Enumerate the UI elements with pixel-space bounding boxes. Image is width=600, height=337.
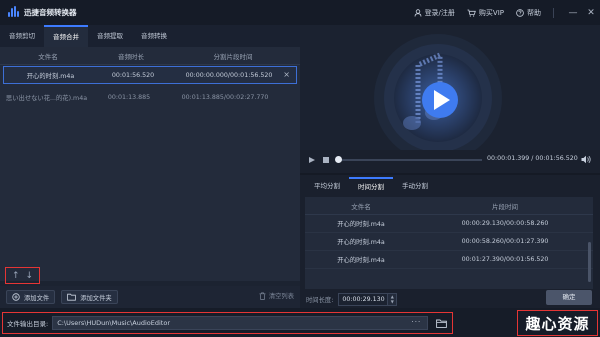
main-tabs: 音频剪切 音频合并 音频提取 音频转换: [0, 25, 300, 47]
add-file-button[interactable]: 添加文件: [6, 290, 56, 304]
segment-time: 00:00:29.130/00:00:58.260: [461, 220, 549, 227]
output-path-field[interactable]: C:\Users\HUDun\Music\AudioEditor ···: [52, 316, 429, 330]
file-segment: 00:00:00.000/00:01:56.520: [185, 71, 273, 79]
close-window-button[interactable]: ✕: [582, 0, 600, 25]
tab-time-split[interactable]: 时间分割: [349, 177, 393, 195]
add-circle-icon: [12, 293, 20, 301]
file-row-selected[interactable]: 开心的时刻.m4a 00:01:56.520 00:00:00.000/00:0…: [3, 66, 297, 84]
titlebar-divider: [553, 7, 554, 18]
play-small-icon[interactable]: [309, 157, 315, 163]
file-duration: 00:01:56.520: [111, 71, 155, 79]
segment-scrollbar[interactable]: [588, 242, 591, 282]
clear-list-button[interactable]: 清空列表: [259, 291, 294, 300]
playback-time: 00:00:01.399 / 00:01:56.520: [487, 155, 578, 162]
header-filename: 文件名: [351, 202, 371, 211]
segment-name: 开心的时刻.m4a: [337, 257, 385, 264]
minimize-button[interactable]: —: [564, 0, 582, 25]
minimize-icon: —: [568, 7, 578, 18]
tab-average-split[interactable]: 平均分割: [305, 177, 349, 195]
browse-more-button[interactable]: ···: [412, 318, 422, 326]
segment-name: 开心的时刻.m4a: [337, 221, 385, 228]
play-button[interactable]: [422, 82, 458, 118]
buy-vip-label: 购买VIP: [478, 8, 504, 17]
reorder-controls: ↑ ↓: [5, 267, 40, 284]
segment-time: 00:01:27.390/00:01:56.520: [461, 256, 549, 263]
app-logo-icon: [8, 6, 19, 18]
watermark-logo: 趣心资源: [517, 310, 598, 336]
volume-icon[interactable]: [581, 155, 591, 164]
file-list-header: 文件名 音频时长 分割片段时间: [0, 47, 300, 65]
title-bar: 迅捷音频转换器 登录/注册 购买VIP 帮助 — ✕: [0, 0, 600, 25]
tab-audio-merge[interactable]: 音频合并: [44, 25, 88, 47]
header-segment-time: 分割片段时间: [213, 52, 253, 61]
output-label: 文件输出目录:: [7, 320, 49, 328]
duration-input[interactable]: 00:00:29.130: [338, 292, 389, 306]
tab-audio-convert[interactable]: 音频转换: [132, 25, 176, 47]
file-name: 思い出せない花...的花).m4a: [5, 94, 88, 102]
file-row[interactable]: 思い出せない花...的花).m4a 00:01:13.885 00:01:13.…: [0, 88, 300, 106]
tab-manual-split[interactable]: 手动分割: [393, 177, 437, 195]
segment-list: 文件名 片段时间 开心的时刻.m4a 00:00:29.130/00:00:58…: [305, 197, 593, 289]
segment-list-header: 文件名 片段时间: [305, 197, 593, 215]
panel-divider: [300, 173, 600, 175]
add-folder-label: 添加文件夹: [80, 294, 112, 302]
tab-audio-cut[interactable]: 音频剪切: [0, 25, 44, 47]
open-folder-icon[interactable]: [436, 319, 448, 328]
header-segment-time: 片段时间: [492, 202, 518, 211]
segment-time: 00:00:58.260/00:01:27.390: [461, 238, 549, 245]
buy-vip-link[interactable]: 购买VIP: [467, 8, 504, 18]
progress-track[interactable]: [337, 159, 482, 161]
clear-list-label: 清空列表: [268, 293, 294, 300]
preview-panel: 00:00:01.399 / 00:01:56.520 平均分割 时间分割 手动…: [300, 25, 600, 308]
cart-icon: [467, 9, 476, 17]
header-duration: 音频时长: [118, 52, 144, 61]
watermark-text: 趣心资源: [525, 314, 590, 333]
segment-row[interactable]: 开心的时刻.m4a 00:01:27.390/00:01:56.520: [305, 251, 593, 269]
player-controls: 00:00:01.399 / 00:01:56.520: [300, 150, 600, 170]
close-icon: ✕: [587, 7, 595, 18]
move-down-arrow-icon[interactable]: ↓: [25, 271, 33, 281]
add-folder-button[interactable]: 添加文件夹: [61, 290, 118, 304]
add-file-label: 添加文件: [24, 294, 50, 302]
file-actions-bar: 添加文件 添加文件夹 清空列表: [0, 286, 300, 308]
segment-row[interactable]: 开心的时刻.m4a 00:00:29.130/00:00:58.260: [305, 215, 593, 233]
chevron-down-icon[interactable]: ▼: [391, 299, 394, 304]
file-segment: 00:01:13.885/00:02:27.770: [181, 93, 269, 101]
output-path: C:\Users\HUDun\Music\AudioEditor: [57, 319, 170, 327]
progress-knob[interactable]: [335, 156, 342, 163]
remove-file-icon[interactable]: ×: [283, 70, 290, 79]
segment-row[interactable]: 开心的时刻.m4a 00:00:58.260/00:01:27.390: [305, 233, 593, 251]
user-icon: [414, 8, 421, 17]
login-label: 登录/注册: [424, 8, 455, 17]
duration-label: 时间长度:: [306, 296, 334, 304]
confirm-button[interactable]: 确定: [546, 290, 592, 305]
header-filename: 文件名: [38, 52, 58, 61]
app-title: 迅捷音频转换器: [24, 8, 77, 17]
audio-visualization: [300, 25, 600, 150]
duration-stepper[interactable]: ▲ ▼: [388, 292, 398, 306]
file-name: 开心的时刻.m4a: [26, 72, 75, 80]
split-mode-tabs: 平均分割 时间分割 手动分割: [305, 177, 595, 195]
stop-icon[interactable]: [323, 157, 329, 163]
file-list-panel: 文件名 音频时长 分割片段时间 开心的时刻.m4a 00:01:56.520 0…: [0, 47, 300, 281]
duration-control: 时间长度: 00:00:29.130 ▲ ▼ 确定: [300, 290, 600, 308]
output-directory-box: 文件输出目录: C:\Users\HUDun\Music\AudioEditor…: [2, 312, 453, 334]
tab-audio-extract[interactable]: 音频提取: [88, 25, 132, 47]
file-duration: 00:01:13.885: [107, 93, 151, 101]
folder-icon: [67, 293, 76, 301]
output-footer: 文件输出目录: C:\Users\HUDun\Music\AudioEditor…: [0, 308, 600, 337]
move-up-arrow-icon[interactable]: ↑: [12, 271, 20, 281]
help-icon: [516, 8, 524, 17]
segment-name: 开心的时刻.m4a: [337, 239, 385, 246]
login-link[interactable]: 登录/注册: [414, 8, 455, 18]
help-label: 帮助: [527, 8, 541, 17]
help-link[interactable]: 帮助: [516, 8, 541, 18]
trash-icon: [259, 291, 266, 300]
